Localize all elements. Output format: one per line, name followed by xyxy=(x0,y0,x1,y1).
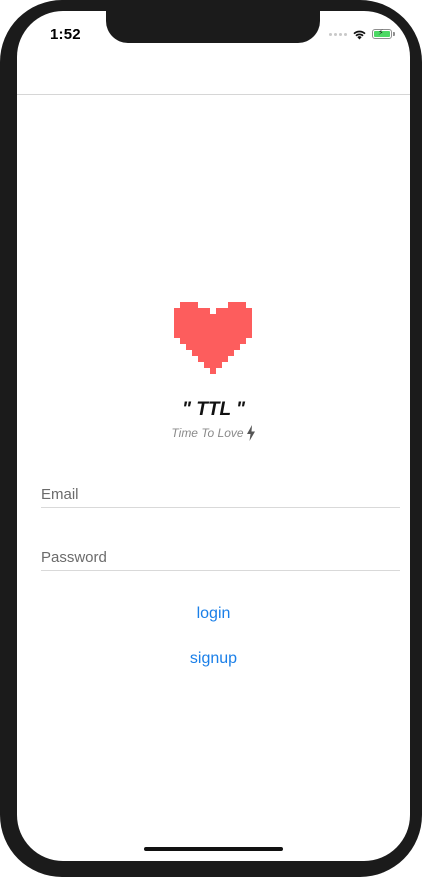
email-input[interactable] xyxy=(41,483,400,505)
email-field xyxy=(41,483,400,508)
cellular-signal-icon xyxy=(329,32,347,36)
page: 1:52 ⚡ " TTL " Time To Love Email login … xyxy=(0,0,422,877)
signup-button[interactable]: signup xyxy=(17,650,410,668)
subtitle-row: Time To Love xyxy=(17,425,410,441)
navbar-divider xyxy=(17,94,410,95)
login-button[interactable]: login xyxy=(17,605,410,623)
status-indicators: ⚡ xyxy=(329,27,395,41)
wifi-icon xyxy=(353,30,366,39)
battery-charging-icon: ⚡ xyxy=(372,28,395,39)
screen: 1:52 ⚡ " TTL " Time To Love Email login … xyxy=(17,11,410,861)
app-title: " TTL " xyxy=(181,399,246,420)
lightning-bolt-icon xyxy=(246,425,255,441)
app-subtitle: Time To Love xyxy=(171,426,244,440)
pixel-heart-icon xyxy=(174,302,252,374)
notch xyxy=(106,11,320,43)
home-indicator xyxy=(144,847,283,851)
password-field xyxy=(41,546,400,571)
password-input[interactable] xyxy=(41,546,400,568)
phone-frame: 1:52 ⚡ " TTL " Time To Love Email login … xyxy=(0,0,422,877)
status-time: 1:52 xyxy=(50,26,81,43)
